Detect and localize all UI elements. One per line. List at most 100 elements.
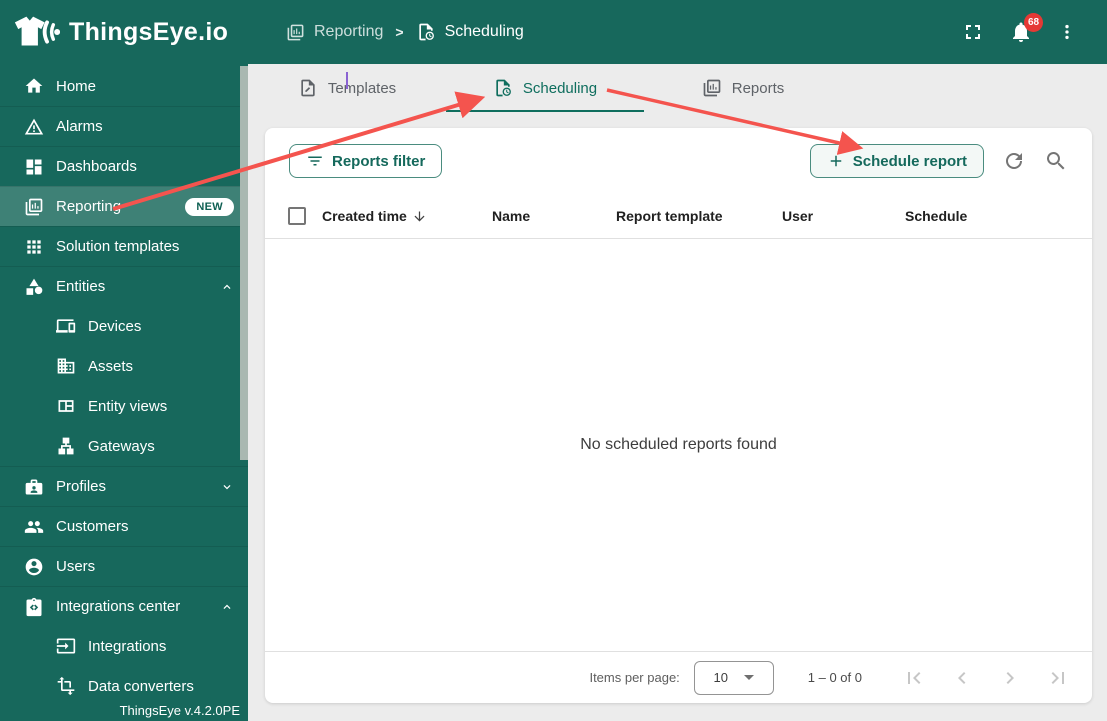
notifications-bell-icon[interactable]: 68 [1009,13,1043,44]
pagination-range: 1 – 0 of 0 [807,670,862,685]
page-size-select[interactable]: 10 [693,660,774,695]
sidebar-item-customers[interactable]: Customers [0,506,248,546]
transform-icon [56,676,76,696]
brand-name: ThingsEye.io [69,17,229,46]
sidebar-item-home[interactable]: Home [0,66,248,106]
column-label: Created time [322,208,407,224]
tab-label: Scheduling [522,79,598,97]
reports-filter-button[interactable]: Reports filter [289,144,443,178]
column-schedule[interactable]: Schedule [905,208,1068,224]
sidebar-item-label: Assets [88,357,134,375]
sidebar-item-label: Alarms [56,118,103,135]
fullscreen-icon[interactable] [961,20,985,44]
sidebar-item-assets[interactable]: Assets [0,346,248,386]
chevron-up-icon [220,280,234,294]
tab-templates[interactable]: Templates [248,64,446,112]
dropdown-caret-icon [744,675,755,680]
pager-buttons [902,666,1070,690]
people-icon [24,517,44,537]
schedule-report-label: Schedule report [852,152,967,170]
previous-page-icon[interactable] [950,666,974,690]
lan-icon [56,436,76,456]
chevron-up-icon [220,600,234,614]
sidebar-item-label: Home [56,77,97,95]
report-chart-icon [24,197,44,217]
column-report-template[interactable]: Report template [616,208,782,224]
sidebar-item-devices[interactable]: Devices [0,306,248,346]
sidebar-item-integrations[interactable]: Integrations [0,626,248,666]
column-label: Name [492,208,531,224]
column-user[interactable]: User [782,208,905,224]
sidebar-item-entities[interactable]: Entities [0,266,248,306]
sidebar-item-alarms[interactable]: Alarms [0,106,248,146]
logo-mark-icon [14,16,60,46]
sidebar-item-label: Profiles [56,478,107,495]
table-header-row: Created time Name Report template User S… [265,194,1092,239]
dashboard-icon [24,157,44,177]
report-chart-icon [286,23,305,42]
warning-icon [24,117,44,137]
sidebar-item-reporting[interactable]: Reporting NEW [0,186,248,226]
input-icon [56,636,76,656]
app-logo[interactable]: ThingsEye.io [0,13,248,51]
sidebar-item-label: Integrations [88,637,167,655]
sidebar-scrollbar-thumb[interactable] [240,66,248,460]
schedule-report-button[interactable]: Schedule report [809,144,984,178]
scheduled-reports-card: Reports filter Schedule report Created t… [265,128,1092,703]
breadcrumb-parent-label: Reporting [314,23,384,40]
view-quilt-icon [56,396,76,416]
sidebar-item-entity-views[interactable]: Entity views [0,386,248,426]
breadcrumb-reporting[interactable]: Reporting [286,23,383,42]
sidebar: Home Alarms Dashboards Reporting NEW Sol… [0,64,248,721]
sidebar-item-data-converters[interactable]: Data converters [0,666,248,706]
clipboard-code-icon [24,597,44,617]
card-toolbar: Reports filter Schedule report [265,128,1092,194]
column-created-time[interactable]: Created time [322,208,492,224]
document-edit-icon [298,78,318,98]
home-icon [24,76,44,96]
first-page-icon[interactable] [902,666,926,690]
reports-filter-label: Reports filter [332,152,426,170]
column-name[interactable]: Name [492,208,616,224]
filter-icon [306,152,324,170]
sidebar-item-label: Customers [56,518,129,535]
sidebar-item-label: Data converters [88,677,194,695]
search-icon[interactable] [1044,149,1068,173]
column-label: User [782,208,814,224]
badge-icon [24,477,44,497]
empty-state-message: No scheduled reports found [580,436,777,453]
sidebar-item-label: Entity views [88,397,168,415]
sidebar-item-gateways[interactable]: Gateways [0,426,248,466]
category-icon [24,277,44,297]
sidebar-item-label: Integrations center [56,598,181,615]
chevron-down-icon [220,480,234,494]
sidebar-item-label: Users [56,558,96,575]
next-page-icon[interactable] [998,666,1022,690]
notification-count-badge: 68 [1024,13,1043,32]
tab-bar: Templates Scheduling Reports [248,64,1107,112]
sidebar-item-solution-templates[interactable]: Solution templates [0,226,248,266]
sidebar-item-label: Reporting [56,198,122,215]
select-all-checkbox[interactable] [288,207,306,225]
more-vert-icon[interactable] [1057,20,1077,44]
tab-scheduling[interactable]: Scheduling [446,64,644,112]
account-circle-icon [24,557,44,577]
new-badge: NEW [185,197,234,216]
sidebar-item-label: Gateways [88,437,155,455]
tab-label: Reports [731,79,785,97]
sidebar-item-label: Entities [56,278,106,295]
devices-icon [56,316,76,336]
refresh-icon[interactable] [1002,149,1026,173]
sort-desc-arrow-icon [412,209,427,224]
sidebar-item-users[interactable]: Users [0,546,248,586]
sidebar-item-integrations-center[interactable]: Integrations center [0,586,248,626]
sidebar-item-dashboards[interactable]: Dashboards [0,146,248,186]
breadcrumb-separator: > [395,24,404,40]
sidebar-item-profiles[interactable]: Profiles [0,466,248,506]
topbar-actions: 68 [961,13,1107,44]
grid-icon [24,237,44,257]
tab-reports[interactable]: Reports [644,64,842,112]
document-clock-icon [493,78,513,98]
pagination-bar: Items per page: 10 1 – 0 of 0 [265,651,1092,703]
last-page-icon[interactable] [1046,666,1070,690]
